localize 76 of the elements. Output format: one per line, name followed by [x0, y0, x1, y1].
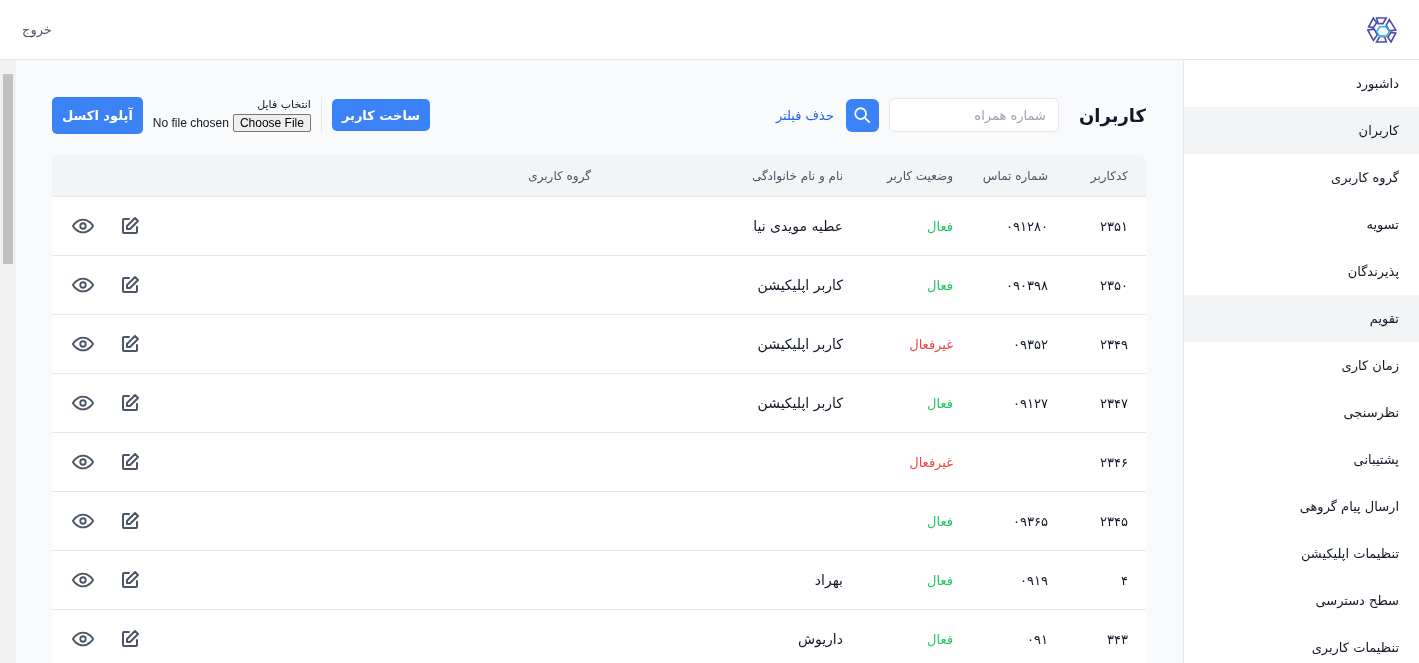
table-cell-text: ۳۴۳ [1106, 631, 1129, 647]
table-cell: عطیه مویدی نیا [753, 218, 843, 234]
sidebar-item[interactable]: تسویه [1184, 201, 1419, 248]
sidebar-item[interactable]: ارسال پیام گروهی [1184, 483, 1419, 530]
table-cell: ۰۹۱ [1027, 631, 1048, 647]
page-title: کاربران [1078, 104, 1146, 126]
sidebar-item[interactable]: نظرسنجی [1184, 389, 1419, 436]
column-header: نام و نام خانوادگی [750, 168, 844, 183]
sidebar-item[interactable]: تنظیمات اپلیکیشن [1184, 530, 1419, 577]
status-text: فعال [927, 631, 953, 647]
status-text: غیرفعال [909, 454, 953, 470]
eye-icon[interactable] [72, 277, 94, 293]
sidebar-item[interactable]: پشتیبانی [1184, 436, 1419, 483]
column-header: گروه کاربری [527, 168, 592, 183]
status-text: غیرفعال [909, 336, 953, 352]
table-cell: کاربر اپلیکیشن [757, 395, 843, 411]
edit-icon[interactable] [120, 334, 140, 354]
status-text: فعال [927, 572, 953, 588]
hexagon-logo-icon [1367, 14, 1399, 45]
file-status: No file chosen [152, 116, 229, 130]
sidebar-item[interactable]: پذیرندگان [1184, 248, 1419, 295]
table-cell-text: ۲۳۵۰ [1099, 277, 1129, 293]
sidebar-item[interactable]: زمان کاری [1184, 342, 1419, 389]
eye-icon[interactable] [72, 218, 94, 234]
table-cell: ۰۹۳۶۵ [1013, 513, 1048, 529]
edit-icon[interactable] [120, 629, 140, 649]
table-cell: کاربر اپلیکیشن [757, 277, 843, 293]
status-text: فعال [927, 277, 953, 293]
scrollbar[interactable] [0, 60, 16, 663]
sidebar-item[interactable]: تنظیمات کاربری [1184, 624, 1419, 663]
table-cell-text: ۲۳۴۵ [1099, 513, 1129, 529]
status-text: فعال [927, 218, 953, 234]
table-cell-text: ۲۳۴۷ [1099, 395, 1129, 411]
edit-icon[interactable] [120, 393, 140, 413]
logout-link[interactable]: خروج [22, 22, 52, 37]
table-cell: داریوش [797, 631, 843, 647]
table-cell: کاربر اپلیکیشن [757, 336, 843, 352]
eye-icon[interactable] [72, 513, 94, 529]
eye-icon[interactable] [72, 395, 94, 411]
table-cell: ۰۹۱۹ [1020, 572, 1048, 588]
table-cell-text: ۲۳۴۹ [1099, 336, 1129, 352]
column-header: شماره تماس [981, 168, 1049, 183]
search-icon [853, 106, 872, 124]
column-header: وضعیت کاربر [885, 168, 954, 183]
sidebar-item[interactable]: کاربران [1184, 107, 1419, 154]
table-cell-text: ۲۳۵۱ [1099, 218, 1129, 234]
search-button[interactable] [845, 98, 879, 132]
table-cell: بهراد [814, 572, 843, 588]
table-cell: ۰۹۳۵۲ [1013, 336, 1048, 352]
file-label: انتخاب فایل [257, 98, 311, 111]
edit-icon[interactable] [120, 452, 140, 472]
sidebar-item[interactable]: سطح دسترسی [1184, 577, 1419, 624]
edit-icon[interactable] [120, 216, 140, 236]
create-user-button[interactable]: ساخت کاربر [331, 99, 431, 131]
clear-filter-link[interactable]: حذف فیلتر [775, 107, 834, 123]
sidebar-item[interactable]: گروه کاربری [1184, 154, 1419, 201]
eye-icon[interactable] [72, 572, 94, 588]
table-cell-text: ۲۳۴۶ [1099, 454, 1129, 470]
upload-excel-button[interactable]: آپلود اکسل [52, 96, 143, 134]
table-cell: ۰۹۱۲۸۰ [1006, 218, 1048, 234]
column-header: کدکاربر [1089, 168, 1129, 183]
sidebar-item[interactable]: داشبورد [1184, 60, 1419, 107]
edit-icon[interactable] [120, 511, 140, 531]
table-cell-text: ۴ [1120, 572, 1129, 588]
status-text: فعال [927, 395, 953, 411]
eye-icon[interactable] [72, 454, 94, 470]
choose-file-button[interactable]: Choose File [232, 114, 311, 132]
edit-icon[interactable] [120, 570, 140, 590]
table-cell: ۰۹۱۲۷ [1013, 395, 1048, 411]
table-cell: ۰۹۰۳۹۸ [1006, 277, 1048, 293]
search-field[interactable]: شماره همراه [888, 98, 1059, 132]
eye-icon[interactable] [72, 336, 94, 352]
sidebar-item[interactable]: تقویم [1184, 295, 1419, 342]
eye-icon[interactable] [72, 631, 94, 647]
status-text: فعال [927, 513, 953, 529]
edit-icon[interactable] [120, 275, 140, 295]
